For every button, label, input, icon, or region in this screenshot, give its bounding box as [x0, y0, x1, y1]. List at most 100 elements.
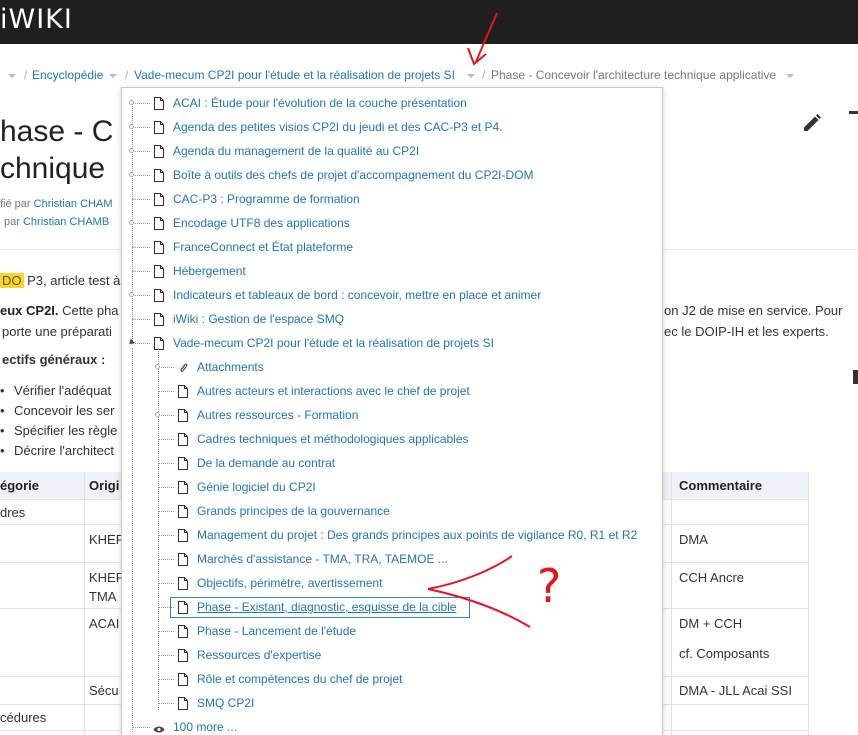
chevron-down-icon[interactable]: [786, 74, 794, 78]
tree-item-label: Autres ressources - Formation: [197, 408, 359, 422]
column-header[interactable]: Commentaire: [679, 478, 762, 493]
page-icon: [178, 553, 188, 566]
tree-expander-icon[interactable]: [129, 220, 134, 225]
column-header[interactable]: égorie: [0, 478, 39, 493]
tree-item-label: Management du projet : Des grands princi…: [197, 528, 638, 542]
author-link[interactable]: Christian CHAM: [34, 198, 113, 210]
tree-item-label: Phase - Lancement de l'étude: [197, 624, 357, 638]
tree-connector: [132, 727, 150, 728]
intro-text-right: on J2 de mise en service. Pour: [664, 303, 843, 318]
breadcrumb-vade-mecum[interactable]: Vade-mecum CP2I pour l'étude et la réali…: [134, 68, 455, 82]
breadcrumb-separator: /: [482, 68, 486, 82]
tree-expander-icon[interactable]: [129, 100, 134, 105]
tree-connector: [132, 223, 150, 224]
intro-text: Cette pha: [62, 303, 119, 318]
chevron-down-icon[interactable]: [8, 74, 16, 78]
page-icon: [178, 433, 188, 446]
tree-connector: [132, 151, 150, 152]
page-icon: [178, 481, 188, 494]
chevron-down-icon[interactable]: [109, 74, 117, 78]
tree-item-label: Ressources d'expertise: [197, 648, 322, 662]
table-divider: [671, 472, 672, 735]
tree-connector: [158, 367, 174, 368]
tree-item-label: Cadres techniques et méthodologiques app…: [197, 432, 469, 446]
page-icon: [178, 649, 188, 662]
tree-connector: [132, 103, 150, 104]
iwiki-logo[interactable]: iWIKI: [0, 4, 73, 35]
tree-item-label: Marchés d'assistance - TMA, TRA, TAEMOE …: [197, 552, 448, 566]
todo-badge: DO: [0, 273, 24, 288]
list-item-text: Vérifier l'adéquat: [14, 383, 112, 398]
page-icon: [178, 673, 188, 686]
tree-connector: [158, 583, 174, 584]
top-navigation-bar: iWIKI: [0, 0, 858, 44]
page-icon: [178, 625, 188, 638]
author-link[interactable]: Christian CHAMB: [23, 216, 109, 228]
edit-pencil-icon[interactable]: [801, 112, 823, 134]
todo-text: P3, article test à: [27, 273, 121, 288]
tree-connector: [132, 348, 133, 732]
tree-connector: [158, 487, 174, 488]
more-actions-icon[interactable]: [849, 111, 858, 129]
tree-connector: [158, 415, 174, 416]
table-divider: [84, 472, 85, 735]
tree-item-label: Vade-mecum CP2I pour l'étude et la réali…: [173, 336, 494, 350]
collapse-handle-icon[interactable]: [853, 370, 858, 384]
table-cell: KHEF: [89, 532, 124, 547]
objectives-heading: ectifs généraux :: [2, 352, 106, 367]
breadcrumb-current-page: Phase - Concevoir l'architecture techniq…: [491, 68, 777, 82]
table-cell: ACAI: [89, 616, 120, 631]
intro-text-line2: porte une préparati: [2, 324, 112, 339]
table-cell: CCH Ancre: [679, 570, 745, 585]
tree-connector: [158, 679, 174, 680]
selected-item-highlight: [170, 597, 470, 618]
page-title-line: chnique: [0, 152, 106, 185]
tree-item-label: Rôle et compétences du chef de projet: [197, 672, 403, 686]
tree-connector: [132, 343, 150, 344]
more-link-label: 100 more ...: [173, 720, 238, 734]
breadcrumb: / Encyclopédie / Vade-mecum CP2I pour l'…: [0, 62, 858, 88]
tree-item-label: Hébergement: [173, 264, 246, 278]
tree-item-label: ACAI : Étude pour l'évolution de la couc…: [173, 96, 467, 110]
tree-item-label: Autres acteurs et interactions avec le c…: [197, 384, 470, 398]
tree-connector: [158, 439, 174, 440]
tree-expander-icon[interactable]: [129, 172, 134, 177]
page-icon: [178, 577, 188, 590]
intro-paragraph: eux CP2I. Cette pha: [0, 303, 119, 318]
page-icon: [178, 457, 188, 470]
tree-item-label: Indicateurs et tableaux de bord : concev…: [173, 288, 542, 302]
meta-created: par Christian CHAMB: [4, 216, 109, 228]
breadcrumb-dropdown-tree: ACAI : Étude pour l'évolution de la couc…: [121, 87, 663, 735]
tree-expander-icon[interactable]: [129, 124, 134, 129]
expanded-toggle-icon[interactable]: [127, 338, 135, 347]
intro-bold: eux CP2I.: [0, 303, 59, 318]
tree-connector: [132, 127, 150, 128]
tree-expander-icon[interactable]: [129, 148, 134, 153]
tree-item-label: De la demande au contrat: [197, 456, 336, 470]
page-title: hase - C chnique: [0, 113, 130, 187]
tree-connector: [132, 295, 150, 296]
tree-connector: [158, 559, 174, 560]
tree-connector: [132, 271, 150, 272]
tree-item-label: Boîte à outils des chefs de projet d'acc…: [173, 168, 534, 182]
tree-expander-icon[interactable]: [155, 364, 160, 369]
tree-expander-icon[interactable]: [155, 412, 160, 417]
paperclip-icon: [178, 361, 188, 374]
meta-label: par: [4, 216, 20, 228]
tree-expander-icon[interactable]: [129, 292, 134, 297]
page-title-line: hase - C: [0, 115, 114, 148]
tree-item-label: Génie logiciel du CP2I: [197, 480, 316, 494]
table-cell: dres: [0, 505, 26, 520]
breadcrumb-separator: /: [125, 68, 129, 82]
tree-item-label: Agenda du management de la qualité au CP…: [173, 144, 420, 158]
table-cell: cf. Composants: [679, 646, 770, 661]
column-header[interactable]: Origi: [89, 478, 119, 493]
list-item-text: Décrire l'architect: [14, 443, 115, 458]
tree-item-label: iWiki : Gestion de l'espace SMQ: [173, 312, 345, 326]
tree-item-label: Encodage UTF8 des applications: [173, 216, 350, 230]
page-icon: [154, 265, 164, 278]
table-cell: DM + CCH: [679, 616, 743, 631]
chevron-down-icon[interactable]: [467, 74, 475, 78]
breadcrumb-encyclopedie[interactable]: Encyclopédie: [32, 68, 103, 82]
meta-label: fié par: [0, 198, 31, 210]
